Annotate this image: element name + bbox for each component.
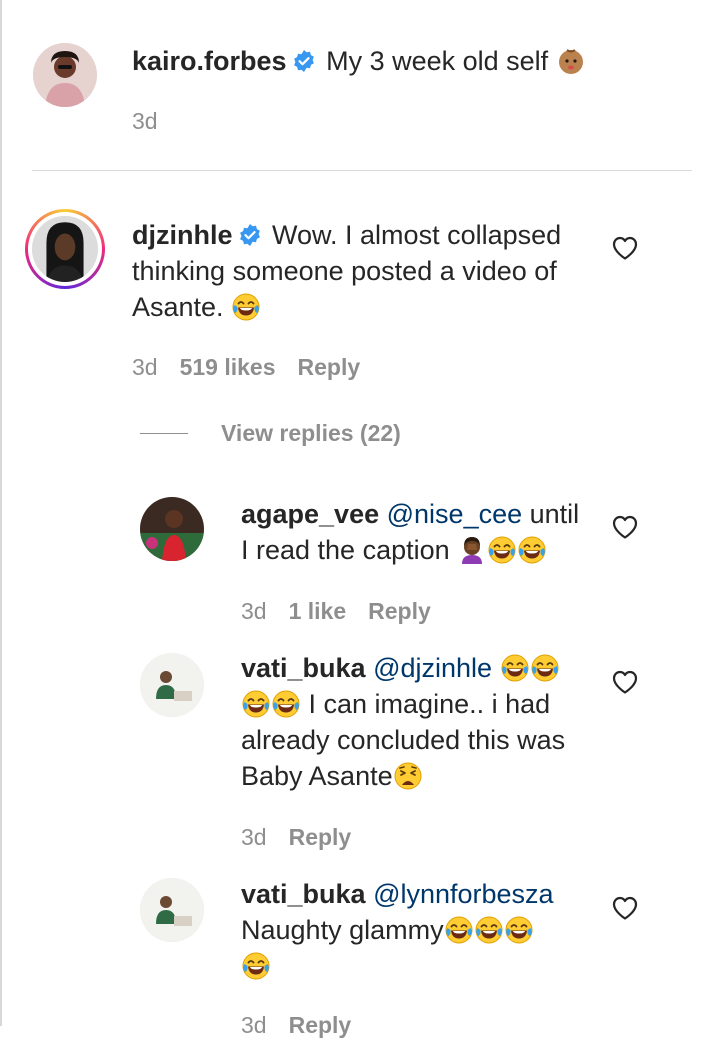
comment-likes[interactable]: 519 likes	[180, 354, 276, 380]
weary-emoji-icon	[393, 761, 423, 791]
reply-3-text-b: Naughty glammy	[241, 915, 444, 945]
left-edge-line	[0, 0, 2, 1026]
laugh-emoji-icon	[271, 689, 301, 719]
laugh-emoji-icon	[487, 535, 517, 565]
reply-3-time: 3d	[241, 1012, 267, 1038]
comment-line-2: thinking someone posted a video of	[132, 256, 557, 286]
reply-1-time: 3d	[241, 598, 267, 624]
comment-line-3: Asante.	[132, 292, 224, 322]
avatar-vati-buka-2[interactable]	[140, 878, 204, 942]
baby-emoji-icon	[556, 46, 586, 76]
heart-outline-icon[interactable]	[611, 234, 639, 262]
reply-2-text-b: I can imagine.. i had	[308, 689, 551, 719]
avatar-djzinhle[interactable]	[25, 209, 105, 289]
reply-1-meta: 3d 1 like Reply	[241, 598, 453, 625]
facepalm-emoji-icon	[457, 535, 487, 565]
reply-1-reply-button[interactable]: Reply	[368, 598, 431, 624]
reply-2-text-d: Baby Asante	[241, 761, 393, 791]
heart-outline-icon[interactable]	[611, 513, 639, 541]
comment-time: 3d	[132, 354, 158, 380]
reply-1-text-a: until	[529, 499, 580, 529]
avatar-kairo-forbes[interactable]	[33, 43, 97, 107]
laugh-emoji-icon	[231, 292, 261, 322]
laugh-emoji-icon	[517, 535, 547, 565]
reply-2-text-c: already concluded this was	[241, 725, 566, 755]
caption-username[interactable]: kairo.forbes	[132, 46, 287, 76]
comment-text: djzinhle Wow. I almost collapsed thinkin…	[132, 217, 592, 325]
reply-3-text: vati_buka @lynnforbesza Naughty glammy	[241, 876, 601, 984]
reply-1-likes[interactable]: 1 like	[289, 598, 347, 624]
laugh-emoji-icon	[500, 653, 530, 683]
comment-meta: 3d 519 likes Reply	[132, 354, 382, 381]
verified-badge-icon	[238, 223, 262, 247]
reply-1-mention[interactable]: @nise_cee	[387, 499, 523, 529]
reply-2-reply-button[interactable]: Reply	[289, 824, 352, 850]
caption-time: 3d	[132, 108, 158, 134]
divider	[32, 170, 692, 171]
caption-text: kairo.forbes My 3 week old self	[132, 43, 586, 79]
verified-badge-icon	[292, 49, 316, 73]
laugh-emoji-icon	[530, 653, 560, 683]
heart-outline-icon[interactable]	[611, 668, 639, 696]
reply-3-username[interactable]: vati_buka	[241, 879, 366, 909]
laugh-emoji-icon	[241, 951, 271, 981]
reply-2-mention[interactable]: @djzinhle	[373, 653, 492, 683]
laugh-emoji-icon	[504, 915, 534, 945]
view-replies-button[interactable]: View replies (22)	[221, 420, 401, 447]
reply-1-text: agape_vee @nise_cee until I read the cap…	[241, 496, 601, 568]
comment-reply-button[interactable]: Reply	[298, 354, 361, 380]
reply-2-username[interactable]: vati_buka	[241, 653, 366, 683]
laugh-emoji-icon	[241, 689, 271, 719]
avatar-vati-buka[interactable]	[140, 653, 204, 717]
reply-3-mention[interactable]: @lynnforbesza	[373, 879, 554, 909]
reply-2-time: 3d	[241, 824, 267, 850]
reply-3-reply-button[interactable]: Reply	[289, 1012, 352, 1038]
reply-1-username[interactable]: agape_vee	[241, 499, 379, 529]
view-replies-line	[140, 433, 188, 434]
laugh-emoji-icon	[444, 915, 474, 945]
laugh-emoji-icon	[474, 915, 504, 945]
caption-body: My 3 week old self	[326, 46, 549, 76]
reply-1-text-b: I read the caption	[241, 535, 450, 565]
heart-outline-icon[interactable]	[611, 894, 639, 922]
reply-2-meta: 3d Reply	[241, 824, 373, 851]
comment-username[interactable]: djzinhle	[132, 220, 233, 250]
avatar-agape-vee[interactable]	[140, 497, 204, 561]
reply-2-text: vati_buka @djzinhle I can imagine.. i ha…	[241, 650, 601, 794]
comment-line-1: Wow. I almost collapsed	[272, 220, 562, 250]
caption-meta: 3d	[132, 108, 180, 135]
